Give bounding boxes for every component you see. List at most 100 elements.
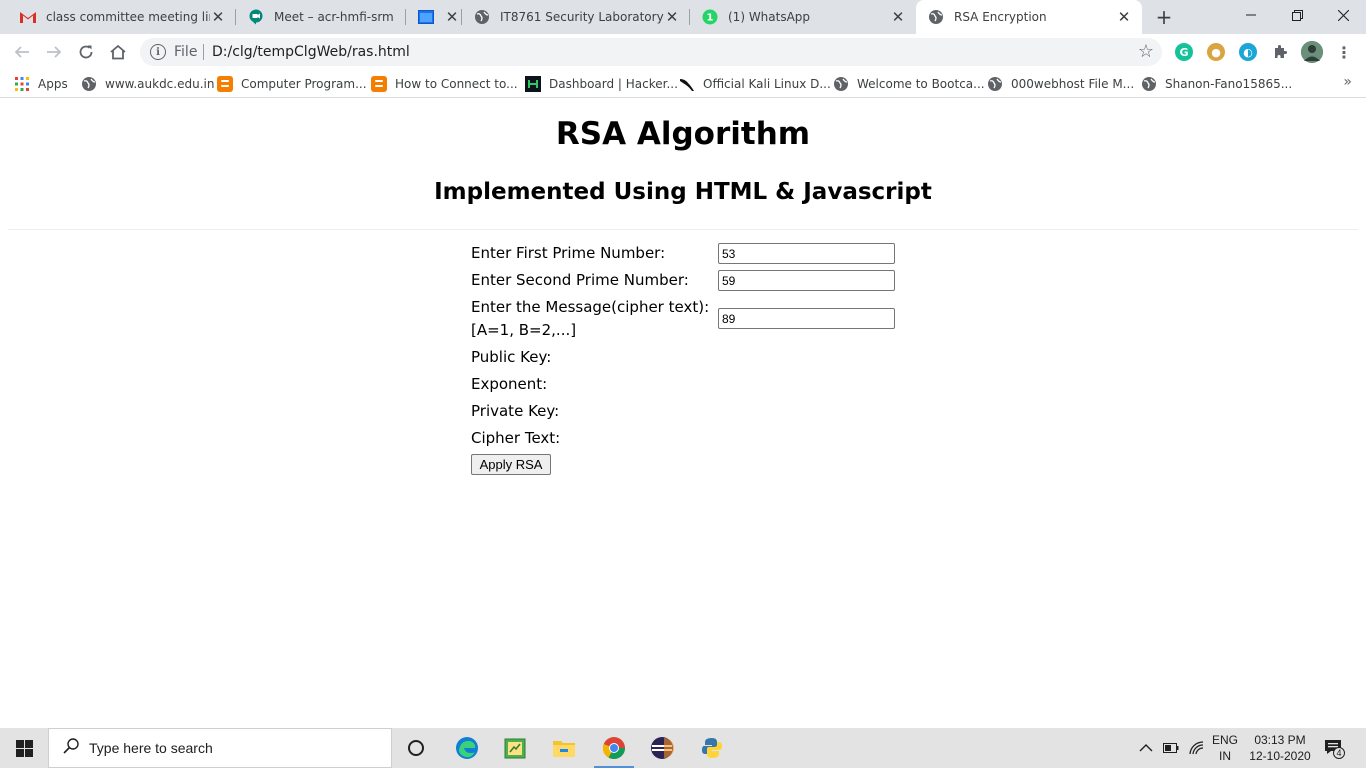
globe-icon bbox=[928, 9, 944, 25]
hackerrank-icon bbox=[525, 76, 541, 92]
eclipse-icon[interactable] bbox=[638, 732, 686, 764]
bookmark-bootcamp[interactable]: Welcome to Bootca... bbox=[833, 75, 985, 93]
restore-button[interactable] bbox=[1274, 0, 1320, 30]
browser-tabstrip: class committee meeting link - ✕ Meet – … bbox=[0, 0, 1366, 34]
edge-icon[interactable] bbox=[443, 732, 491, 764]
language-bottom: IN bbox=[1219, 749, 1231, 763]
cipher-text-label: Cipher Text: bbox=[471, 429, 561, 447]
bookmark-kali-linux[interactable]: Official Kali Linux D... bbox=[679, 75, 831, 93]
cortana-icon[interactable] bbox=[392, 732, 440, 764]
tab-whatsapp[interactable]: 1 (1) WhatsApp ✕ bbox=[690, 0, 916, 34]
tab-title: class committee meeting link - bbox=[46, 10, 210, 24]
taskbar-search-box[interactable]: Type here to search bbox=[48, 728, 392, 768]
exponent-label: Exponent: bbox=[471, 375, 548, 393]
bookmark-aukdc[interactable]: www.aukdc.edu.in bbox=[81, 75, 214, 93]
language-indicator[interactable]: ENG IN bbox=[1212, 728, 1238, 768]
omnibox-divider bbox=[203, 44, 204, 60]
notification-count: 4 bbox=[1336, 748, 1342, 758]
bookmarks-overflow-icon[interactable]: » bbox=[1343, 74, 1352, 90]
bookmark-label: 000webhost File M... bbox=[1011, 77, 1135, 91]
tab-app-window[interactable]: ✕ bbox=[406, 0, 462, 34]
info-icon[interactable]: i bbox=[150, 44, 166, 60]
page-content: RSA Algorithm Implemented Using HTML & J… bbox=[0, 98, 1366, 728]
bookmark-label: How to Connect to... bbox=[395, 77, 518, 91]
tab-security-lab[interactable]: IT8761 Security Laboratory Ma ✕ bbox=[462, 0, 690, 34]
wifi-icon[interactable] bbox=[1189, 728, 1205, 768]
cookie-extension-icon[interactable]: ● bbox=[1207, 43, 1225, 61]
tab-title: Meet – acr-hmfi-srm bbox=[274, 10, 394, 24]
tab-rsa-encryption[interactable]: RSA Encryption ✕ bbox=[916, 0, 1142, 34]
minimize-button[interactable] bbox=[1228, 0, 1274, 30]
puzzle-extensions-icon[interactable] bbox=[1271, 43, 1289, 61]
close-icon[interactable]: ✕ bbox=[664, 8, 680, 26]
new-tab-button[interactable]: + bbox=[1152, 5, 1176, 29]
bookmark-star-icon[interactable]: ☆ bbox=[1138, 41, 1154, 62]
close-window-button[interactable] bbox=[1320, 0, 1366, 30]
bookmark-label: Official Kali Linux D... bbox=[703, 77, 831, 91]
windows-taskbar: Type here to search ENG IN 03:13 PM 12-1… bbox=[0, 728, 1366, 768]
globe-icon bbox=[987, 76, 1003, 92]
second-prime-label: Enter Second Prime Number: bbox=[471, 271, 689, 289]
tray-chevron-up-icon[interactable] bbox=[1139, 728, 1153, 768]
bookmark-hackerrank[interactable]: Dashboard | Hacker... bbox=[525, 75, 678, 93]
bookmarks-bar: Apps www.aukdc.edu.in Computer Program..… bbox=[0, 70, 1366, 98]
sticky-notes-icon[interactable] bbox=[491, 732, 539, 764]
bookmark-label: www.aukdc.edu.in bbox=[105, 77, 215, 91]
language-top: ENG bbox=[1212, 733, 1239, 747]
file-explorer-icon[interactable] bbox=[540, 732, 588, 764]
globe-icon bbox=[474, 9, 490, 25]
reload-button[interactable] bbox=[72, 38, 100, 66]
globe-icon bbox=[81, 76, 97, 92]
url-text[interactable]: D:/clg/tempClgWeb/ras.html bbox=[212, 44, 410, 60]
clock[interactable]: 03:13 PM 12-10-2020 bbox=[1248, 728, 1312, 768]
tab-title: (1) WhatsApp bbox=[728, 10, 811, 24]
close-icon[interactable]: ✕ bbox=[1116, 8, 1132, 26]
tab-gmail[interactable]: class committee meeting link - ✕ bbox=[8, 0, 236, 34]
address-bar[interactable]: i File D:/clg/tempClgWeb/ras.html ☆ bbox=[140, 38, 1162, 66]
scheme-label: File bbox=[174, 44, 198, 60]
notification-center-icon[interactable]: 4 bbox=[1323, 728, 1345, 768]
first-prime-label: Enter First Prime Number: bbox=[471, 244, 666, 262]
second-prime-input[interactable] bbox=[718, 270, 895, 291]
chrome-taskbar-icon[interactable] bbox=[590, 732, 638, 768]
home-button[interactable] bbox=[104, 38, 132, 66]
blogger-icon bbox=[371, 76, 387, 92]
menu-kebab-icon[interactable]: ⋮ bbox=[1335, 43, 1353, 62]
windows-logo-icon bbox=[15, 739, 33, 757]
bookmark-computer-programming[interactable]: Computer Program... bbox=[217, 75, 367, 93]
forward-button[interactable] bbox=[40, 38, 68, 66]
bookmark-label: Apps bbox=[38, 77, 68, 91]
battery-icon[interactable] bbox=[1163, 728, 1179, 768]
grammarly-extension-icon[interactable]: G bbox=[1175, 43, 1193, 61]
gmail-icon bbox=[20, 9, 36, 25]
public-key-label: Public Key: bbox=[471, 348, 552, 366]
bookmark-how-to-connect[interactable]: How to Connect to... bbox=[371, 75, 518, 93]
message-input[interactable] bbox=[718, 308, 895, 329]
bookmark-label: Shanon-Fano15865... bbox=[1165, 77, 1293, 91]
first-prime-input[interactable] bbox=[718, 243, 895, 264]
apply-rsa-button[interactable]: Apply RSA bbox=[471, 454, 551, 475]
clock-time: 03:13 PM bbox=[1254, 733, 1306, 747]
back-button[interactable] bbox=[8, 38, 36, 66]
tab-meet[interactable]: Meet – acr-hmfi-srm bbox=[236, 0, 406, 34]
close-icon[interactable]: ✕ bbox=[444, 8, 460, 26]
whatsapp-icon: 1 bbox=[702, 9, 718, 25]
extension-icon[interactable]: ◐ bbox=[1239, 43, 1257, 61]
windows-start-button[interactable] bbox=[0, 728, 48, 768]
page-title: RSA Algorithm bbox=[555, 116, 811, 152]
close-icon[interactable]: ✕ bbox=[210, 8, 226, 26]
bookmark-label: Dashboard | Hacker... bbox=[549, 77, 678, 91]
avatar[interactable] bbox=[1301, 41, 1323, 63]
svg-text:1: 1 bbox=[707, 13, 714, 24]
close-icon[interactable]: ✕ bbox=[890, 8, 906, 26]
bookmark-label: Welcome to Bootca... bbox=[857, 77, 985, 91]
apps-grid-icon bbox=[14, 76, 30, 92]
bookmark-label: Computer Program... bbox=[241, 77, 367, 91]
search-placeholder: Type here to search bbox=[89, 740, 213, 756]
bookmark-apps[interactable]: Apps bbox=[14, 75, 68, 93]
python-icon[interactable] bbox=[688, 732, 736, 764]
private-key-label: Private Key: bbox=[471, 402, 560, 420]
bookmark-000webhost[interactable]: 000webhost File M... bbox=[987, 75, 1134, 93]
page-subtitle: Implemented Using HTML & Javascript bbox=[434, 179, 932, 205]
bookmark-shanon-fano[interactable]: Shanon-Fano15865... bbox=[1141, 75, 1292, 93]
